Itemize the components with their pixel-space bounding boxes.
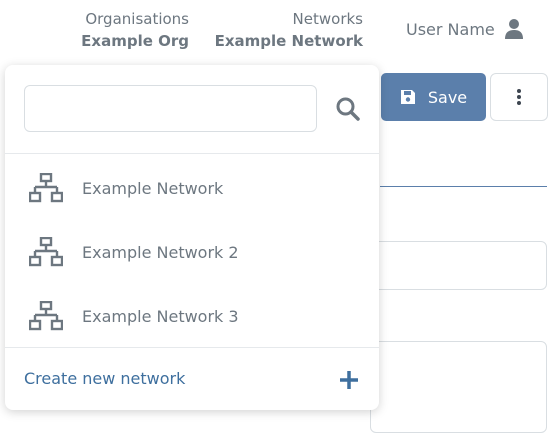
create-network-link[interactable]: Create new network: [24, 369, 185, 388]
network-icon: [29, 173, 63, 203]
user-name: User Name: [406, 19, 495, 39]
more-options-button[interactable]: [490, 73, 548, 121]
save-button[interactable]: Save: [381, 73, 486, 121]
more-vertical-icon: [517, 89, 521, 105]
organisation-selector[interactable]: Organisations Example Org: [81, 8, 189, 52]
list-item[interactable]: Example Network: [5, 156, 379, 220]
list-item-label: Example Network: [82, 178, 224, 198]
network-dropdown: Example Network Example Network 2 Exampl…: [5, 65, 379, 410]
save-icon: [400, 90, 415, 104]
background-field: [370, 241, 547, 290]
tab-underline: [380, 186, 547, 187]
user-icon: [504, 19, 523, 39]
list-item-label: Example Network 3: [82, 306, 239, 326]
user-menu[interactable]: User Name: [406, 18, 523, 40]
dropdown-footer: Create new network: [5, 347, 379, 410]
list-item[interactable]: Example Network 3: [5, 284, 379, 348]
list-item[interactable]: Example Network 2: [5, 220, 379, 284]
list-item-label: Example Network 2: [82, 242, 239, 262]
plus-icon[interactable]: [338, 369, 360, 391]
network-icon: [29, 301, 63, 331]
save-label: Save: [427, 87, 468, 107]
background-textarea: [370, 341, 547, 433]
search-row: [5, 65, 379, 154]
network-selector[interactable]: Networks Example Network: [215, 8, 363, 52]
networks-label: Networks: [292, 10, 363, 28]
search-icon[interactable]: [335, 96, 361, 122]
search-input[interactable]: [24, 85, 317, 132]
network-icon: [29, 237, 63, 267]
network-value: Example Network: [214, 32, 363, 50]
organisation-value: Example Org: [81, 32, 189, 50]
organisations-label: Organisations: [85, 10, 189, 28]
